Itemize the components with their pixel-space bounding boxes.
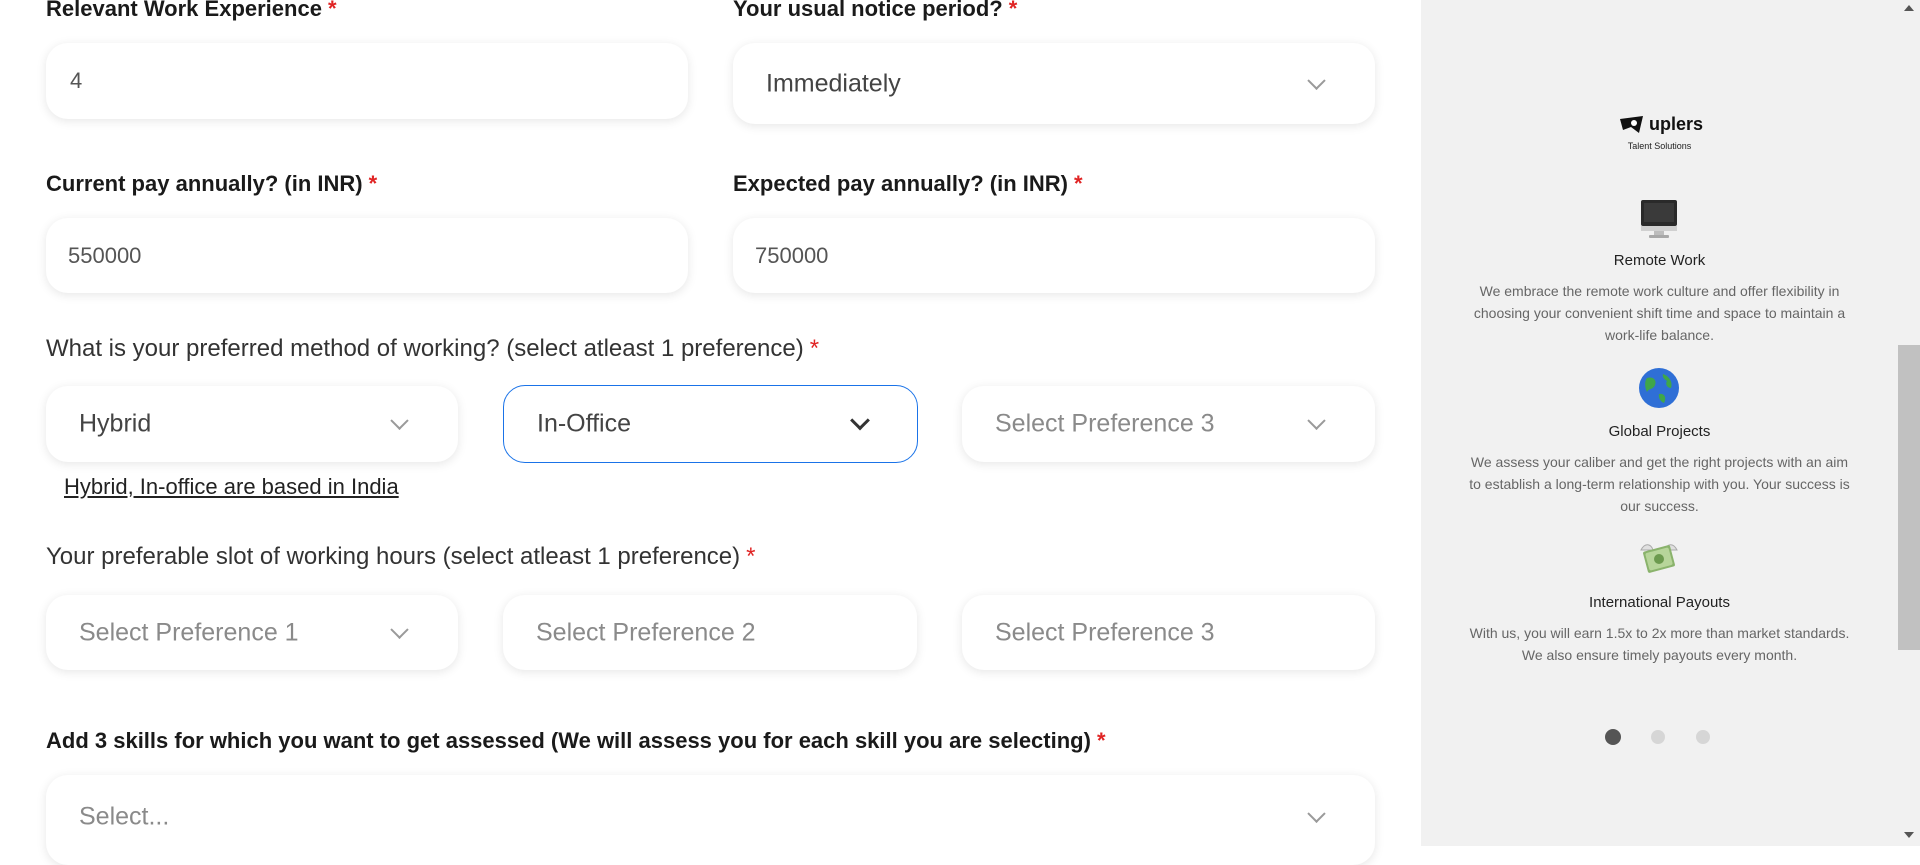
working-method-pref3-placeholder: Select Preference 3: [995, 409, 1215, 438]
working-method-pref1-select[interactable]: Hybrid: [46, 386, 458, 462]
experience-label: Relevant Work Experience *: [46, 0, 337, 22]
required-marker: *: [1073, 171, 1083, 196]
brand-tagline: Talent Solutions: [1627, 141, 1692, 151]
uplers-logo-icon: [1620, 115, 1643, 133]
feature-title: International Payouts: [1589, 594, 1730, 611]
working-hours-pref3-placeholder: Select Preference 3: [995, 618, 1215, 646]
working-hours-pref1-select[interactable]: Select Preference 1: [46, 595, 458, 670]
required-marker: *: [746, 543, 756, 570]
notice-period-select[interactable]: Immediately: [733, 43, 1375, 124]
feature-description: With us, you will earn 1.5x to 2x more t…: [1469, 625, 1850, 663]
carousel-dot-2[interactable]: [1651, 730, 1665, 744]
location-note-link[interactable]: Hybrid, In-office are based in India: [64, 474, 399, 500]
brand-name: uplers: [1649, 114, 1704, 134]
globe-icon: [1639, 368, 1679, 408]
working-hours-label: Your preferable slot of working hours (s…: [46, 543, 756, 570]
working-method-label: What is your preferred method of working…: [46, 335, 820, 362]
benefits-sidebar: uplers Talent Solutions Remote Work We e…: [1421, 0, 1898, 846]
feature-title: Global Projects: [1608, 423, 1711, 440]
chevron-down-icon: [1307, 71, 1326, 90]
required-marker: *: [1008, 0, 1018, 21]
required-marker: *: [368, 171, 378, 196]
computer-icon: [1641, 200, 1677, 238]
skills-placeholder: Select...: [79, 802, 170, 831]
skills-label: Add 3 skills for which you want to get a…: [46, 728, 1106, 753]
money-wings-icon: [1640, 544, 1678, 573]
scroll-down-icon[interactable]: [1904, 832, 1914, 838]
expected-pay-value: 750000: [755, 242, 829, 268]
application-form: Relevant Work Experience * 4 Your usual n…: [0, 0, 1421, 865]
current-pay-value: 550000: [68, 242, 142, 268]
notice-period-value: Immediately: [766, 69, 901, 97]
chevron-down-icon: [390, 620, 409, 639]
required-marker: *: [809, 335, 820, 362]
carousel-dot-3[interactable]: [1696, 730, 1710, 744]
chevron-down-icon: [1307, 411, 1326, 430]
chevron-down-icon: [850, 410, 870, 431]
scroll-up-icon[interactable]: [1904, 5, 1914, 11]
working-hours-pref2-placeholder: Select Preference 2: [536, 618, 756, 646]
skills-select[interactable]: Select...: [46, 775, 1375, 865]
required-marker: *: [327, 0, 337, 21]
required-marker: *: [1096, 728, 1106, 753]
experience-field[interactable]: 4: [46, 43, 688, 119]
working-hours-pref1-placeholder: Select Preference 1: [79, 618, 299, 646]
expected-pay-field[interactable]: 750000: [733, 218, 1375, 293]
feature-title: Remote Work: [1613, 252, 1706, 269]
chevron-down-icon: [1307, 804, 1326, 823]
chevron-down-icon: [390, 411, 409, 430]
feature-description: We assess your caliber and get the right…: [1469, 454, 1850, 514]
carousel-dot-1[interactable]: [1605, 729, 1621, 745]
working-hours-pref2-select[interactable]: Select Preference 2: [503, 595, 917, 670]
experience-value: 4: [70, 68, 83, 93]
scrollbar-thumb[interactable]: [1898, 345, 1920, 650]
current-pay-field[interactable]: 550000: [46, 218, 688, 293]
working-method-pref1-value: Hybrid: [79, 409, 152, 438]
current-pay-label: Current pay annually? (in INR) *: [46, 171, 378, 196]
uplers-logo: uplers: [1619, 114, 1703, 135]
working-method-pref2-select[interactable]: In-Office: [503, 385, 918, 463]
notice-period-label: Your usual notice period? *: [733, 0, 1017, 22]
feature-description: We embrace the remote work culture and o…: [1473, 283, 1846, 343]
working-method-pref3-select[interactable]: Select Preference 3: [962, 386, 1375, 462]
expected-pay-label: Expected pay annually? (in INR) *: [733, 171, 1083, 196]
working-method-pref2-value: In-Office: [537, 409, 632, 438]
working-hours-pref3-select[interactable]: Select Preference 3: [962, 595, 1375, 670]
